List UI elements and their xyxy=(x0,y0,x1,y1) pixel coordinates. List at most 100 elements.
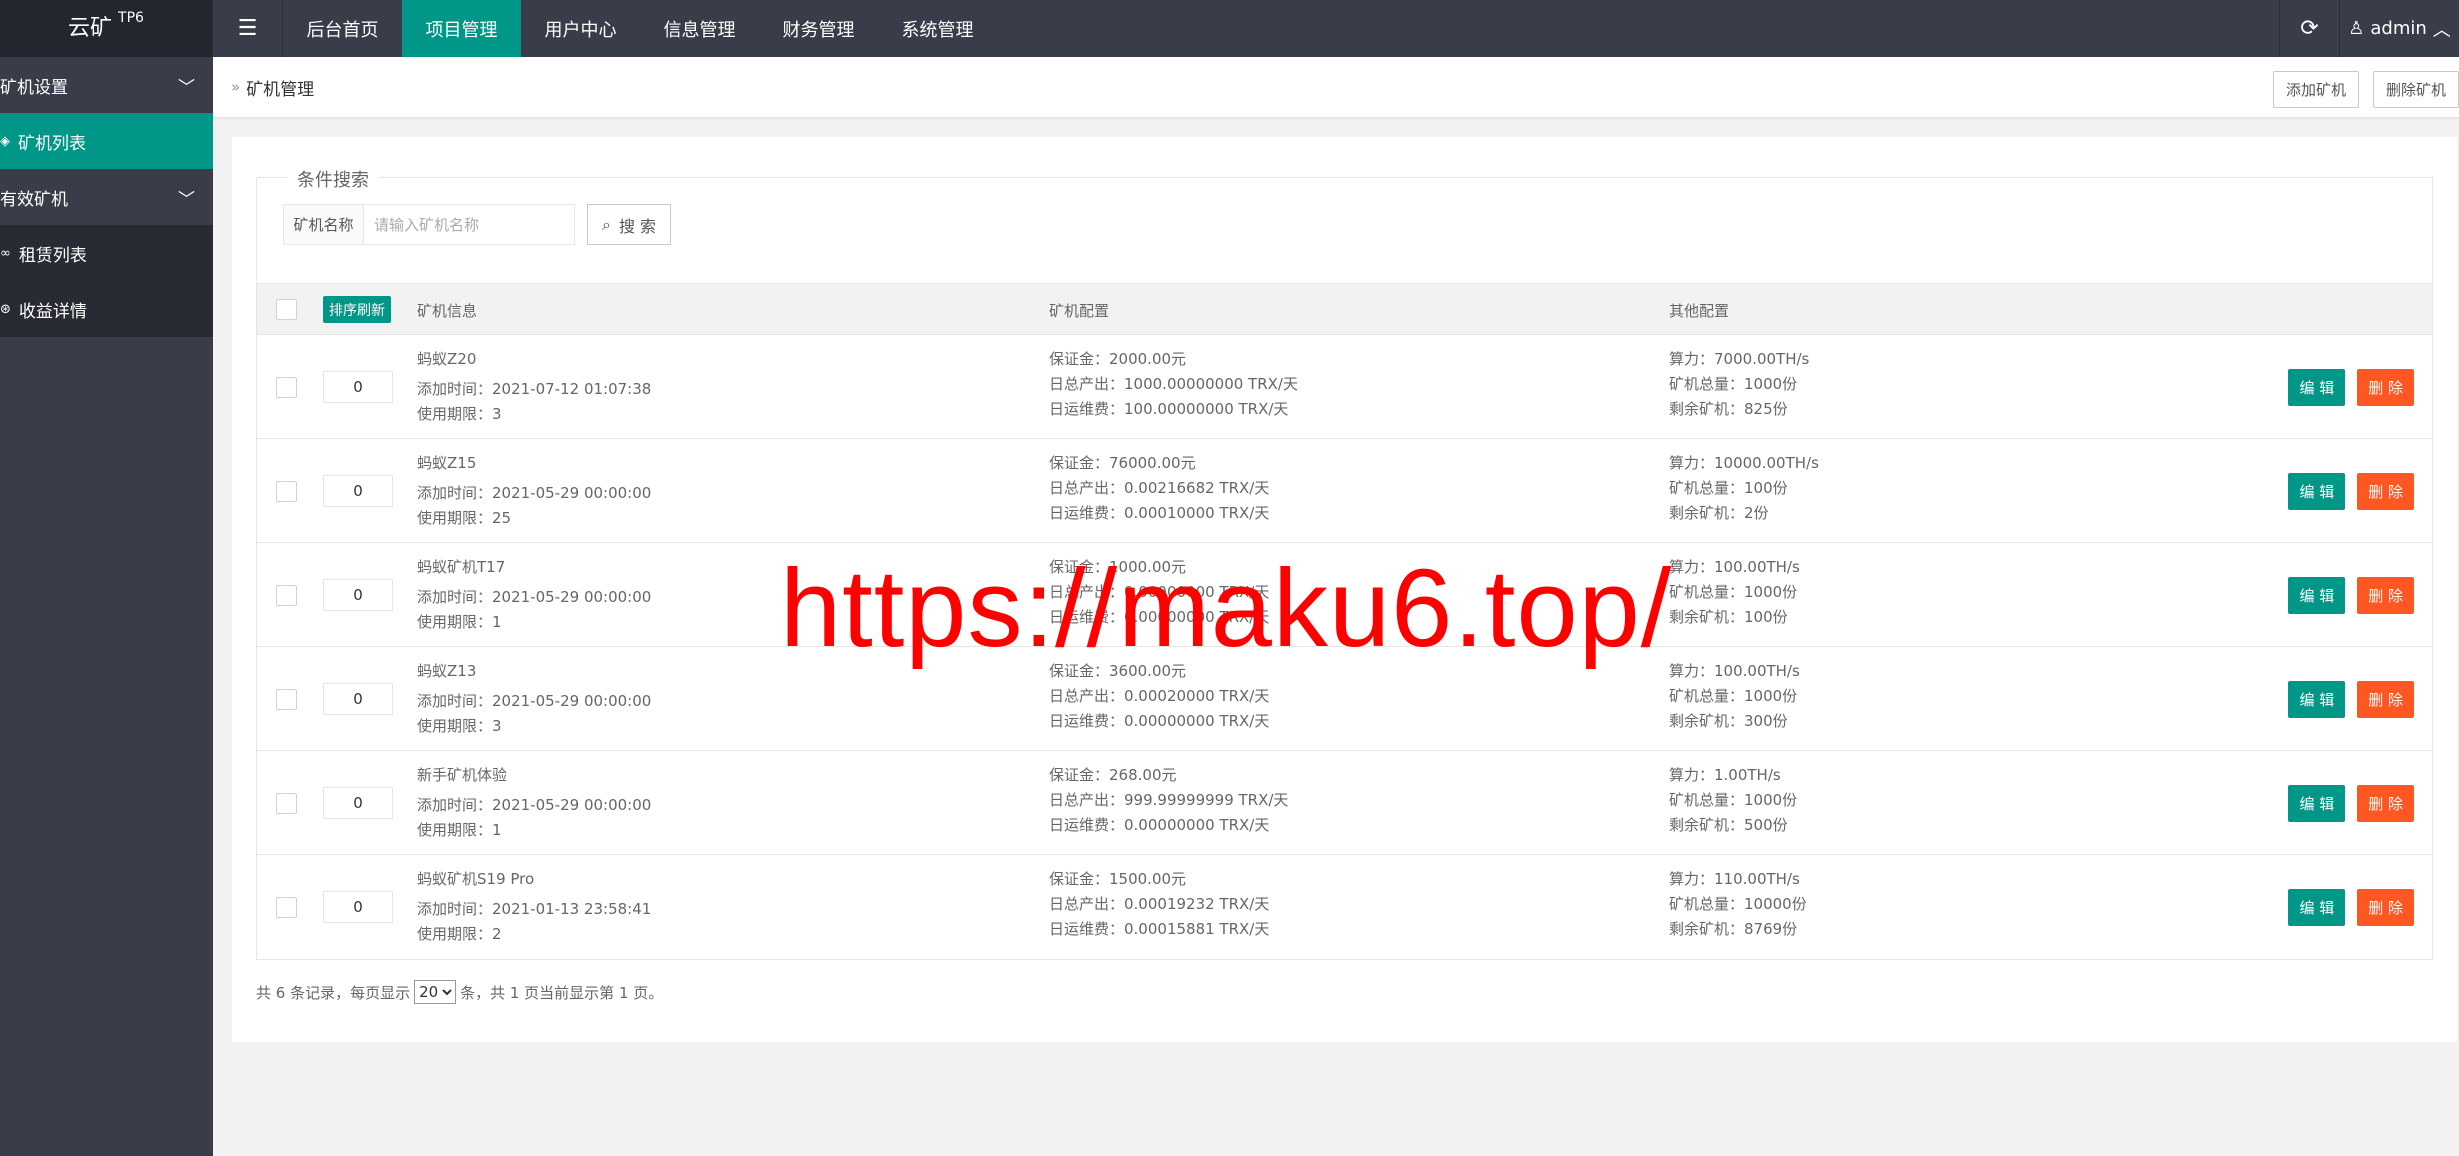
miner-other: 算力：1.00TH/s 矿机总量：1000份 剩余矿机：500份 xyxy=(1669,763,1797,838)
miner-config: 保证金：268.00元 日总产出：999.99999999 TRX/天 日运维费… xyxy=(1049,763,1288,838)
miner-name: 蚂蚁矿机S19 Pro xyxy=(417,870,535,888)
miner-name: 蚂蚁Z15 xyxy=(417,454,477,472)
miner-daily-fee: 日运维费：0.00010000 TRX/天 xyxy=(1049,504,1270,522)
delete-button[interactable]: 删 除 xyxy=(2357,785,2414,822)
edit-button[interactable]: 编 辑 xyxy=(2288,473,2346,510)
miner-period: 使用期限：25 xyxy=(417,509,512,527)
miner-period: 使用期限：1 xyxy=(417,821,502,839)
miner-total: 矿机总量：1000份 xyxy=(1669,583,1798,601)
pager-suffix: 条，共 1 页当前显示第 1 页。 xyxy=(460,983,664,1002)
nav-item-finance[interactable]: 财务管理 xyxy=(759,0,878,57)
miner-deposit: 保证金：3600.00元 xyxy=(1049,662,1187,680)
user-name: admin xyxy=(2370,18,2427,39)
refresh-icon[interactable]: ⟳ xyxy=(2279,0,2339,57)
table-row: 新手矿机体验 添加时间：2021-05-29 00:00:00 使用期限：1 保… xyxy=(257,751,2432,855)
pagination: 共 6 条记录，每页显示 20 条，共 1 页当前显示第 1 页。 xyxy=(256,980,663,1004)
row-actions: 编 辑 删 除 xyxy=(2288,681,2414,718)
delete-button[interactable]: 删 除 xyxy=(2357,681,2414,718)
miner-remaining: 剩余矿机：2份 xyxy=(1669,504,1769,522)
search-input-group: 矿机名称 xyxy=(283,204,575,245)
nav-item-project[interactable]: 项目管理 xyxy=(402,0,521,57)
page-size-select[interactable]: 20 xyxy=(414,980,457,1004)
miner-remaining: 剩余矿机：500份 xyxy=(1669,816,1788,834)
sidebar-item-label: 收益详情 xyxy=(18,301,87,322)
edit-button[interactable]: 编 辑 xyxy=(2288,889,2346,926)
miner-add-time: 添加时间：2021-07-12 01:07:38 xyxy=(417,380,652,398)
search-button[interactable]: ⌕ 搜 索 xyxy=(587,204,672,245)
compass-icon: ⊛ xyxy=(0,301,11,317)
menu-icon[interactable]: ☰ xyxy=(213,0,283,57)
top-spacer xyxy=(997,0,2279,57)
header-info: 矿机信息 xyxy=(417,302,478,320)
sidebar-item-earnings[interactable]: ⊛ 收益详情 xyxy=(0,281,213,337)
row-checkbox[interactable] xyxy=(276,897,297,918)
miner-period: 使用期限：1 xyxy=(417,613,502,631)
sort-refresh-button[interactable]: 排序刷新 xyxy=(323,296,391,323)
miner-hashrate: 算力：100.00TH/s xyxy=(1669,558,1800,576)
edit-button[interactable]: 编 辑 xyxy=(2288,681,2346,718)
delete-button[interactable]: 删 除 xyxy=(2357,369,2414,406)
miner-name: 新手矿机体验 xyxy=(417,766,508,784)
breadcrumb-bar: » 矿机管理 添加矿机 删除矿机 xyxy=(213,57,2459,118)
sort-input[interactable] xyxy=(323,787,393,819)
miner-total: 矿机总量：1000份 xyxy=(1669,791,1798,809)
miner-period: 使用期限：2 xyxy=(417,925,502,943)
nav-item-user-center[interactable]: 用户中心 xyxy=(521,0,640,57)
sort-input[interactable] xyxy=(323,683,393,715)
miner-add-time: 添加时间：2021-05-29 00:00:00 xyxy=(417,588,652,606)
nav-item-home[interactable]: 后台首页 xyxy=(283,0,402,57)
sidebar-item-lease-list[interactable]: ∞ 租赁列表 xyxy=(0,225,213,281)
miner-config: 保证金：1000.00元 日总产出：0.00000000 TRX/天 日运维费：… xyxy=(1049,555,1269,630)
nav-item-system[interactable]: 系统管理 xyxy=(878,0,997,57)
nav-item-info[interactable]: 信息管理 xyxy=(640,0,759,57)
row-actions: 编 辑 删 除 xyxy=(2288,889,2414,926)
select-all-checkbox[interactable] xyxy=(276,299,297,320)
sidebar-item-miner-list[interactable]: ◈ 矿机列表 xyxy=(0,113,213,169)
miner-remaining: 剩余矿机：8769份 xyxy=(1669,920,1798,938)
delete-button[interactable]: 删 除 xyxy=(2357,577,2414,614)
miner-info: 蚂蚁Z20 添加时间：2021-07-12 01:07:38 使用期限：3 xyxy=(417,347,651,427)
miner-daily-fee: 日运维费：0.00000000 TRX/天 xyxy=(1049,816,1270,834)
row-checkbox[interactable] xyxy=(276,481,297,502)
miner-config: 保证金：1500.00元 日总产出：0.00019232 TRX/天 日运维费：… xyxy=(1049,867,1269,942)
miner-daily-fee: 日运维费：0.00015881 TRX/天 xyxy=(1049,920,1270,938)
delete-button[interactable]: 删 除 xyxy=(2357,889,2414,926)
miner-remaining: 剩余矿机：100份 xyxy=(1669,608,1788,626)
sort-input[interactable] xyxy=(323,579,393,611)
edit-button[interactable]: 编 辑 xyxy=(2288,785,2346,822)
user-menu[interactable]: ♙ admin ︿ xyxy=(2339,0,2459,57)
layers-icon: ◈ xyxy=(0,133,10,149)
table-header: 排序刷新 矿机信息 矿机配置 其他配置 xyxy=(257,284,2432,335)
row-checkbox[interactable] xyxy=(276,377,297,398)
delete-button[interactable]: 删 除 xyxy=(2357,473,2414,510)
row-checkbox[interactable] xyxy=(276,689,297,710)
delete-miner-button[interactable]: 删除矿机 xyxy=(2372,71,2459,108)
miner-add-time: 添加时间：2021-05-29 00:00:00 xyxy=(417,692,652,710)
search-input[interactable] xyxy=(364,205,574,244)
miner-other: 算力：100.00TH/s 矿机总量：1000份 剩余矿机：300份 xyxy=(1669,659,1800,734)
edit-button[interactable]: 编 辑 xyxy=(2288,369,2346,406)
miner-name: 蚂蚁Z20 xyxy=(417,350,477,368)
sort-input[interactable] xyxy=(323,475,393,507)
miner-daily-output: 日总产出：0.00000000 TRX/天 xyxy=(1049,583,1270,601)
search-button-label: 搜 索 xyxy=(618,216,657,236)
row-actions: 编 辑 删 除 xyxy=(2288,577,2414,614)
sidebar-group-miner-settings[interactable]: 矿机设置 ﹀ xyxy=(0,57,213,113)
sort-input[interactable] xyxy=(323,891,393,923)
miner-name: 蚂蚁Z13 xyxy=(417,662,477,680)
miner-info: 新手矿机体验 添加时间：2021-05-29 00:00:00 使用期限：1 xyxy=(417,763,651,843)
miner-deposit: 保证金：1500.00元 xyxy=(1049,870,1187,888)
search-label: 矿机名称 xyxy=(284,205,364,244)
chevron-up-icon: ︿ xyxy=(2432,19,2451,41)
link-icon: ∞ xyxy=(0,245,11,261)
row-checkbox[interactable] xyxy=(276,585,297,606)
miner-daily-output: 日总产出：999.99999999 TRX/天 xyxy=(1049,791,1289,809)
edit-button[interactable]: 编 辑 xyxy=(2288,577,2346,614)
table-row: 蚂蚁Z13 添加时间：2021-05-29 00:00:00 使用期限：3 保证… xyxy=(257,647,2432,751)
sidebar-group-active-miners[interactable]: 有效矿机 ﹀ xyxy=(0,169,213,225)
table-row: 蚂蚁Z15 添加时间：2021-05-29 00:00:00 使用期限：25 保… xyxy=(257,439,2432,543)
row-checkbox[interactable] xyxy=(276,793,297,814)
add-miner-button[interactable]: 添加矿机 xyxy=(2272,71,2359,108)
sort-input[interactable] xyxy=(323,371,393,403)
miner-info: 蚂蚁矿机S19 Pro 添加时间：2021-01-13 23:58:41 使用期… xyxy=(417,867,651,947)
